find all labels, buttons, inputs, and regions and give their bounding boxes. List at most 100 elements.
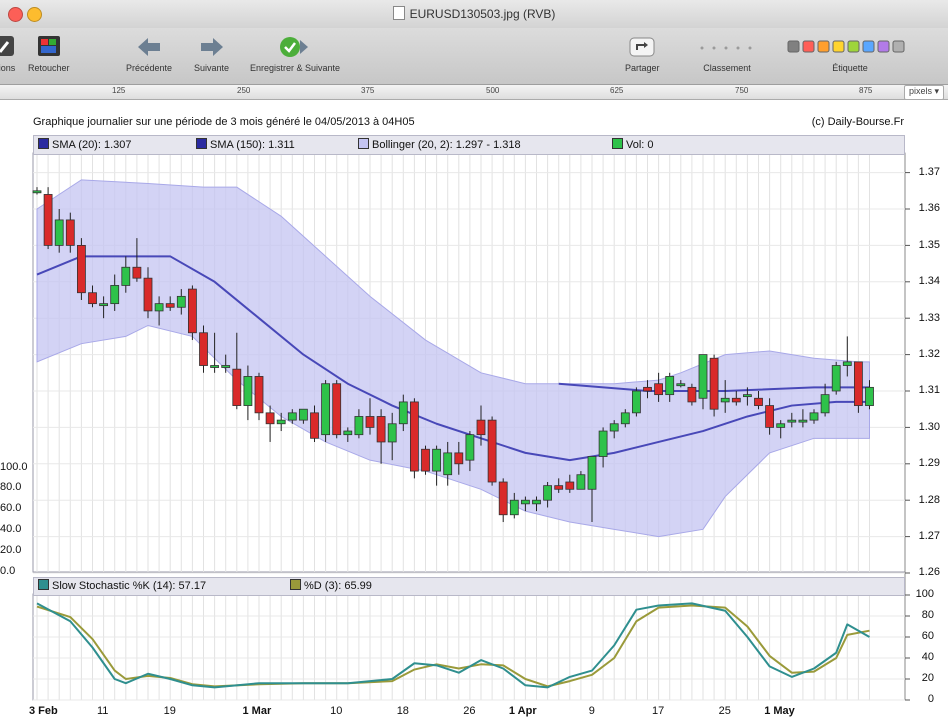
candle-body <box>720 397 730 403</box>
candle-body <box>842 361 852 366</box>
candle-body <box>576 474 586 490</box>
stoch-k-swatch <box>38 579 49 590</box>
candle-body <box>521 499 530 505</box>
candle-body <box>232 368 242 406</box>
candle-body <box>310 412 319 439</box>
price-legend: SMA (20): 1.307 SMA (150): 1.311 Bolling… <box>33 135 905 155</box>
candle-body <box>776 423 786 428</box>
candle-body <box>543 485 552 501</box>
legend-sma20: SMA (20): 1.307 <box>38 138 132 151</box>
candle-body <box>321 383 331 436</box>
volume-tick-label: 20.0 <box>0 544 22 556</box>
volume-tick-label: 80.0 <box>0 481 22 493</box>
date-tick-label: 17 <box>652 705 665 717</box>
date-tick-label: 11 <box>97 705 109 717</box>
candle-body <box>743 394 752 398</box>
candle-body <box>165 303 175 308</box>
candle-body <box>665 376 675 396</box>
candle-body <box>376 416 386 443</box>
candle-body <box>154 303 164 312</box>
date-tick-label: 1 Mar <box>242 705 272 717</box>
price-tick-label: 1.28 <box>918 494 940 506</box>
bollinger-swatch <box>358 138 369 149</box>
candle-body <box>409 401 419 472</box>
candle-body <box>343 430 353 436</box>
stoch-d-swatch <box>290 579 301 590</box>
candle-body <box>99 303 108 307</box>
candle-body <box>487 419 497 483</box>
volume-tick-label: 100.0 <box>0 461 28 473</box>
candle-body <box>698 354 708 399</box>
price-tick-label: 1.31 <box>918 384 940 396</box>
vol-swatch <box>612 138 623 149</box>
candle-body <box>731 397 741 403</box>
candle-body <box>243 376 253 406</box>
stoch-tick-label: 60 <box>921 630 934 642</box>
stochastic-panel <box>32 593 906 701</box>
price-tick-label: 1.37 <box>918 166 940 178</box>
candle-body <box>398 401 408 425</box>
candle-body <box>88 292 97 305</box>
legend-stoch-d: %D (3): 65.99 <box>290 579 372 592</box>
candle-body <box>298 408 308 421</box>
price-tick-label: 1.32 <box>918 348 940 360</box>
candle-body <box>676 383 686 387</box>
candle-body <box>587 456 597 490</box>
candle-body <box>265 412 275 425</box>
price-tick-label: 1.27 <box>918 530 940 542</box>
volume-tick-label: 40.0 <box>0 523 22 535</box>
legend-bollinger-text: Bollinger (20, 2): 1.297 - 1.318 <box>372 139 521 151</box>
chart-copyright: (c) Daily-Bourse.Fr <box>811 116 904 128</box>
candle-body <box>687 386 697 403</box>
candle-body <box>787 419 797 423</box>
candle-body <box>443 452 453 476</box>
legend-sma150-text: SMA (150): 1.311 <box>210 139 295 151</box>
candle-body <box>199 332 208 366</box>
candle-body <box>865 386 874 406</box>
stoch-tick-label: 80 <box>921 609 934 621</box>
candle-body <box>709 357 719 410</box>
legend-stoch-d-text: %D (3): 65.99 <box>304 580 372 592</box>
candle-body <box>254 376 264 414</box>
price-tick-label: 1.33 <box>918 312 940 324</box>
candle-body <box>387 423 397 443</box>
chart-title: Graphique journalier sur une période de … <box>33 116 415 128</box>
candle-body <box>632 390 641 414</box>
price-tick-label: 1.35 <box>918 239 940 251</box>
candle-body <box>43 194 53 246</box>
stoch-tick-label: 100 <box>915 588 934 600</box>
legend-sma20-text: SMA (20): 1.307 <box>52 139 132 151</box>
candle-body <box>454 452 464 465</box>
candle-body <box>421 448 430 472</box>
chart-canvas <box>32 152 910 701</box>
date-tick-label: 10 <box>330 705 343 717</box>
candle-body <box>332 383 342 436</box>
candle-body <box>609 423 619 432</box>
candle-body <box>54 219 64 246</box>
date-tick-label: 25 <box>718 705 731 717</box>
candle-body <box>221 365 231 368</box>
stoch-tick-label: 0 <box>927 693 934 705</box>
candle-body <box>498 481 508 516</box>
candle-body <box>354 416 364 436</box>
legend-bollinger: Bollinger (20, 2): 1.297 - 1.318 <box>358 138 521 151</box>
candle-body <box>176 295 186 308</box>
price-tick-label: 1.29 <box>918 457 940 469</box>
legend-stoch-k-text: Slow Stochastic %K (14): 57.17 <box>52 580 207 592</box>
volume-tick-label: 0.0 <box>0 565 16 577</box>
legend-vol-text: Vol: 0 <box>626 139 654 151</box>
candle-body <box>65 219 75 246</box>
candle-body <box>809 412 819 421</box>
candle-body <box>77 244 86 294</box>
candle-body <box>509 499 519 516</box>
price-tick-label: 1.34 <box>918 275 940 287</box>
stoch-tick-label: 20 <box>921 672 934 684</box>
candle-body <box>554 485 564 490</box>
candle-body <box>654 383 663 396</box>
candle-body <box>287 412 297 421</box>
candle-body <box>187 288 197 334</box>
legend-vol: Vol: 0 <box>612 138 654 151</box>
candle-body <box>798 419 808 423</box>
candle-body <box>143 277 153 312</box>
candle-body <box>565 481 575 490</box>
